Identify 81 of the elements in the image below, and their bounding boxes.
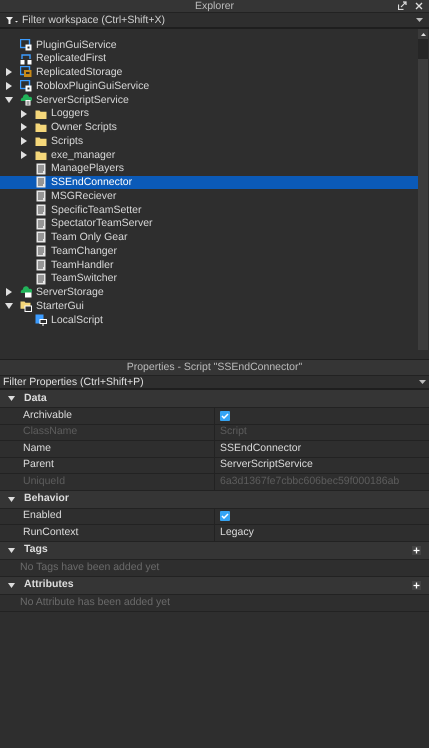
checkmark-icon <box>221 412 229 419</box>
expand-arrow-icon[interactable] <box>6 288 12 296</box>
folder-icon <box>35 121 47 134</box>
script-icon <box>35 272 47 285</box>
empty-message: No Tags have been added yet <box>20 560 160 575</box>
tree-item[interactable]: TeamSwitcher <box>0 272 418 286</box>
script-icon <box>35 190 47 202</box>
tree-item[interactable]: ReplicatedStorage <box>0 66 418 80</box>
script-icon <box>35 258 47 271</box>
property-name: Enabled <box>23 508 62 524</box>
filter-input[interactable]: Filter Properties (Ctrl+Shift+P) <box>3 376 419 388</box>
collapse-arrow-icon[interactable] <box>8 396 15 401</box>
tree-item[interactable]: MSGReciever <box>0 189 418 203</box>
property-name: RunContext <box>23 524 78 540</box>
property-value[interactable]: ServerScriptService <box>220 457 313 474</box>
collapse-arrow-icon[interactable] <box>8 582 15 588</box>
tree-item[interactable]: Loggers <box>0 106 418 120</box>
tree-item[interactable]: Scripts <box>0 134 418 148</box>
tree-item[interactable]: Team Only Gear <box>0 230 418 244</box>
collapse-arrow-icon[interactable] <box>5 96 13 103</box>
storage-icon <box>20 66 32 78</box>
tree-item[interactable]: SpecificTeamSetter <box>0 203 418 217</box>
property-value[interactable]: SSEndConnector <box>220 440 302 457</box>
script-icon <box>35 204 47 216</box>
collapse-arrow-icon[interactable] <box>8 548 15 552</box>
property-value[interactable]: Legacy <box>220 524 254 541</box>
tree-item[interactable]: ServerScriptService <box>0 93 418 107</box>
property-name: Parent <box>23 457 54 472</box>
dropdown-arrow-icon[interactable] <box>416 18 423 22</box>
filter-input[interactable]: Filter workspace (Ctrl+Shift+X) <box>22 13 416 27</box>
section-header[interactable]: Tags <box>0 542 429 560</box>
tree-item[interactable]: ServerStorage <box>0 286 418 300</box>
window-icon <box>20 80 32 92</box>
undock-icon[interactable] <box>398 1 407 10</box>
network-icon <box>20 52 32 65</box>
script-icon <box>35 218 47 230</box>
close-icon[interactable] <box>415 2 423 10</box>
scrollbar[interactable] <box>418 29 428 350</box>
cloud-icon <box>20 94 32 106</box>
dropdown-arrow-icon[interactable] <box>419 380 426 384</box>
folder-icon <box>35 135 47 148</box>
window-icon <box>20 38 32 51</box>
folder-icon <box>35 108 47 120</box>
folder-icon <box>20 300 32 312</box>
tree-item[interactable]: PluginGuiService <box>0 38 418 52</box>
checkmark-icon <box>221 513 229 520</box>
tree-item[interactable]: Owner Scripts <box>0 120 418 134</box>
empty-message: No Attribute has been added yet <box>20 594 170 610</box>
add-icon[interactable] <box>412 546 421 554</box>
tree-item[interactable]: TeamChanger <box>0 244 418 258</box>
collapse-arrow-icon[interactable] <box>8 496 15 502</box>
tree-item[interactable]: SpectatorTeamServer <box>0 216 418 230</box>
tree-item[interactable]: SSEndConnector <box>0 176 418 190</box>
scroll-up-icon[interactable] <box>420 32 426 36</box>
property-name: Archivable <box>23 408 72 423</box>
tree-item[interactable]: RobloxPluginGuiService <box>0 79 418 93</box>
script-icon <box>35 314 47 326</box>
script-icon <box>35 176 47 188</box>
add-icon[interactable] <box>412 580 421 590</box>
checkbox[interactable] <box>220 511 230 522</box>
section-header[interactable]: Data <box>0 390 429 408</box>
panel-title: Properties - Script "SSEndConnector" <box>126 362 302 373</box>
section-header[interactable]: Attributes <box>0 576 429 594</box>
filter-bar[interactable]: Filter workspace (Ctrl+Shift+X) <box>0 13 429 29</box>
tree-item[interactable]: TeamHandler <box>0 258 418 272</box>
folder-icon <box>35 148 47 161</box>
tree-item[interactable]: StarterGui <box>0 299 418 313</box>
tree-item[interactable]: ReplicatedFirst <box>0 52 418 66</box>
section-header[interactable]: Behavior <box>0 490 429 508</box>
checkbox[interactable] <box>220 410 230 421</box>
collapse-arrow-icon[interactable] <box>5 303 13 310</box>
cloud-icon <box>20 286 32 298</box>
script-icon <box>35 162 47 175</box>
script-icon <box>35 245 47 258</box>
tree-item[interactable]: LocalScript <box>0 313 418 327</box>
tree-item[interactable]: ManagePlayers <box>0 162 418 176</box>
script-icon <box>35 231 47 244</box>
tree-item[interactable]: exe_manager <box>0 148 418 162</box>
filter-icon[interactable] <box>6 16 18 24</box>
panel-title: Explorer <box>194 0 234 12</box>
property-name: Name <box>23 440 52 456</box>
